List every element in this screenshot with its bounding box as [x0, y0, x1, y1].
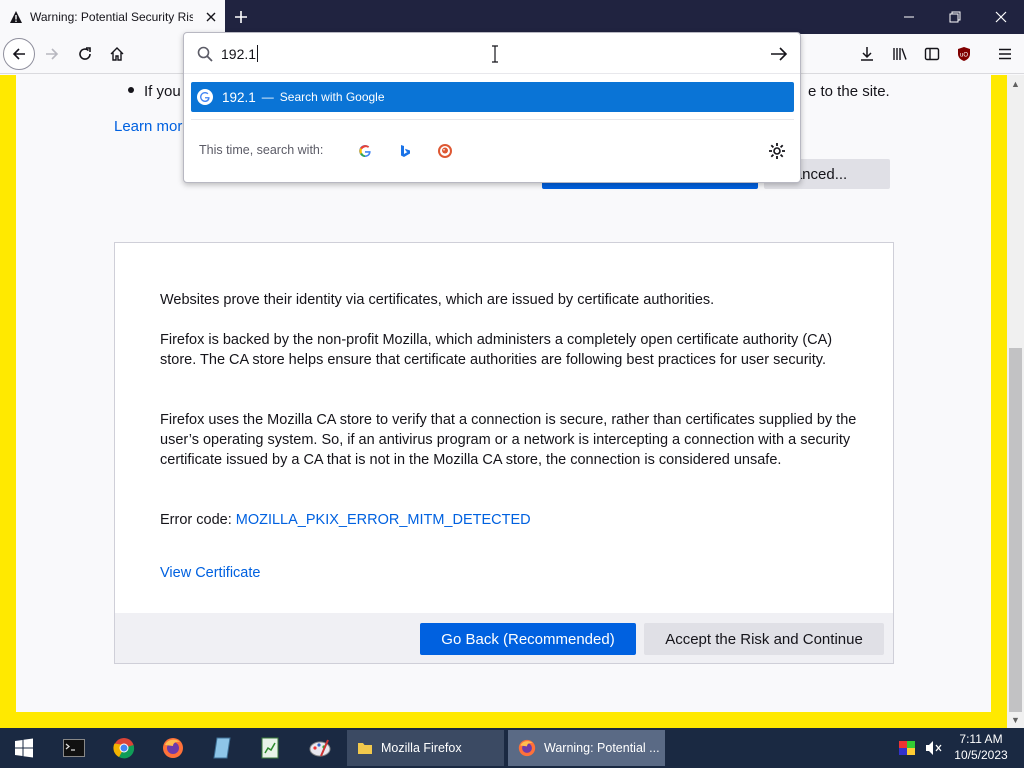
suggestion-query: 192.1: [222, 89, 256, 105]
close-tab-icon[interactable]: [203, 9, 219, 25]
ublock-origin-icon[interactable]: uO: [948, 38, 980, 70]
windows-taskbar: Mozilla Firefox Warning: Potential ... 7…: [0, 728, 1024, 768]
terminal-icon[interactable]: [58, 732, 90, 764]
folder-icon: [357, 740, 373, 756]
view-certificate-link[interactable]: View Certificate: [160, 565, 260, 581]
firefox-icon[interactable]: [157, 732, 189, 764]
taskbar-window-label: Mozilla Firefox: [381, 741, 462, 755]
minimize-button[interactable]: [886, 0, 932, 34]
library-icon[interactable]: [884, 38, 916, 70]
warning-border-bottom: [0, 712, 1007, 728]
scrollbar-thumb[interactable]: [1009, 348, 1022, 712]
warning-icon: [9, 10, 23, 24]
suggestion-separator: —: [261, 90, 274, 104]
suggestion-action: Search with Google: [279, 90, 385, 104]
downloads-icon[interactable]: [851, 38, 883, 70]
taskbar-window-firefox[interactable]: Mozilla Firefox: [347, 730, 504, 766]
bing-icon[interactable]: [396, 142, 414, 160]
search-icon: [196, 45, 214, 63]
error-code-line: Error code: MOZILLA_PKIX_ERROR_MITM_DETE…: [160, 512, 531, 528]
accept-risk-button[interactable]: Accept the Risk and Continue: [644, 623, 884, 655]
clock-date: 10/5/2023: [954, 748, 1008, 762]
scroll-down-arrow-icon[interactable]: ▼: [1007, 711, 1024, 728]
paint-icon[interactable]: [304, 732, 336, 764]
url-input[interactable]: [221, 42, 721, 66]
ca-store-text: Firefox is backed by the non-profit Mozi…: [160, 332, 833, 368]
notepad-icon[interactable]: [206, 732, 238, 764]
warning-border-left: [0, 75, 16, 728]
sidebar-icon[interactable]: [916, 38, 948, 70]
home-button[interactable]: [101, 38, 133, 70]
restore-button[interactable]: [932, 0, 978, 34]
windows-start-icon[interactable]: [8, 732, 40, 764]
tab-strip: Warning: Potential Security Risk Ahead: [0, 0, 1024, 34]
back-button[interactable]: [3, 38, 35, 70]
tab-title: Warning: Potential Security Risk Ahead: [30, 10, 193, 24]
error-code-link[interactable]: MOZILLA_PKIX_ERROR_MITM_DETECTED: [236, 512, 531, 528]
forward-button[interactable]: [36, 38, 68, 70]
color-picker-tray-icon[interactable]: [897, 732, 917, 764]
chrome-icon[interactable]: [108, 732, 140, 764]
urlbar-popup: 192.1 — Search with Google This time, se…: [183, 32, 801, 183]
duckduckgo-icon[interactable]: [436, 142, 454, 160]
spreadsheet-icon[interactable]: [254, 732, 286, 764]
close-window-button[interactable]: [978, 0, 1024, 34]
new-tab-button[interactable]: [230, 6, 252, 28]
text-caret: [257, 45, 258, 62]
certificate-info-text: Websites prove their identity via certif…: [160, 292, 715, 308]
scroll-up-arrow-icon[interactable]: ▲: [1007, 75, 1024, 92]
search-suggestion-row[interactable]: 192.1 — Search with Google: [191, 82, 794, 112]
panel-button-bar: Go Back (Recommended) Accept the Risk an…: [115, 613, 893, 663]
oneoff-search-label: This time, search with:: [199, 143, 324, 157]
google-icon[interactable]: [356, 142, 374, 160]
firefox-icon: [518, 739, 536, 757]
go-back-button[interactable]: Go Back (Recommended): [420, 623, 636, 655]
clock-time: 7:11 AM: [959, 732, 1003, 746]
divider: [191, 119, 794, 120]
warning-border-right: [991, 75, 1007, 728]
reload-button[interactable]: [69, 38, 101, 70]
advanced-details-panel: Websites prove their identity via certif…: [114, 242, 894, 664]
system-clock[interactable]: 7:11 AM 10/5/2023: [950, 731, 1012, 763]
learn-more-link[interactable]: Learn more: [114, 118, 191, 135]
taskbar-window-warning[interactable]: Warning: Potential ...: [508, 730, 665, 766]
menu-icon[interactable]: [989, 38, 1021, 70]
bullet-text-end: e to the site.: [808, 83, 890, 100]
search-settings-gear-icon[interactable]: [767, 141, 787, 161]
go-arrow-icon[interactable]: [769, 44, 789, 64]
tab-warning[interactable]: Warning: Potential Security Risk Ahead: [0, 0, 225, 34]
svg-text:uO: uO: [960, 53, 968, 59]
google-icon: [197, 89, 213, 105]
taskbar-window-label: Warning: Potential ...: [544, 741, 660, 755]
divider: [184, 73, 800, 74]
mozilla-ca-text: Firefox uses the Mozilla CA store to ver…: [160, 412, 857, 468]
ibeam-cursor-icon: [489, 45, 501, 63]
volume-muted-icon[interactable]: [922, 732, 946, 764]
bullet-text: If you: [128, 83, 181, 100]
